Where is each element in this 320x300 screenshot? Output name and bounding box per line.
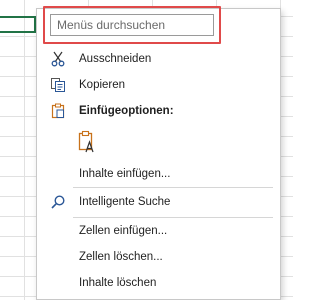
- menu-item-label: Kopieren: [79, 79, 126, 91]
- paste-text-button[interactable]: [75, 130, 99, 159]
- menu-item-delete-cells[interactable]: Zellen löschen...: [37, 244, 280, 270]
- menu-item-copy[interactable]: Kopieren: [37, 72, 280, 98]
- menu-search-box[interactable]: [50, 14, 214, 36]
- menu-item-label: Inhalte einfügen...: [79, 168, 171, 180]
- menu-item-insert-cells[interactable]: Zellen einfügen...: [37, 218, 280, 244]
- menu-item-label: Zellen löschen...: [79, 251, 163, 263]
- menu-item-label: Ausschneiden: [79, 53, 152, 65]
- menu-section-paste-options: Einfügeoptionen:: [37, 98, 280, 124]
- menu-item-paste-special[interactable]: Inhalte einfügen...: [37, 161, 280, 187]
- context-menu: Ausschneiden Kopieren Einfügeoptionen:: [36, 6, 281, 300]
- menu-item-label: Intelligente Suche: [79, 196, 171, 208]
- clipboard-icon: [46, 99, 70, 123]
- menu-item-label: Zellen einfügen...: [79, 225, 168, 237]
- menu-separator: [73, 187, 273, 188]
- menu-search-input[interactable]: [51, 15, 213, 35]
- menu-section-label: Einfügeoptionen:: [79, 105, 174, 117]
- copy-icon: [46, 73, 70, 97]
- active-cell[interactable]: [0, 16, 36, 33]
- menu-item-clear-contents[interactable]: Inhalte löschen: [37, 270, 280, 296]
- search-icon: [46, 190, 70, 214]
- menu-item-smart-lookup[interactable]: Intelligente Suche: [37, 189, 280, 215]
- paste-text-icon: [77, 130, 97, 159]
- scissors-icon: [46, 47, 70, 71]
- menu-item-cut[interactable]: Ausschneiden: [37, 46, 280, 72]
- menu-item-label: Inhalte löschen: [79, 277, 157, 289]
